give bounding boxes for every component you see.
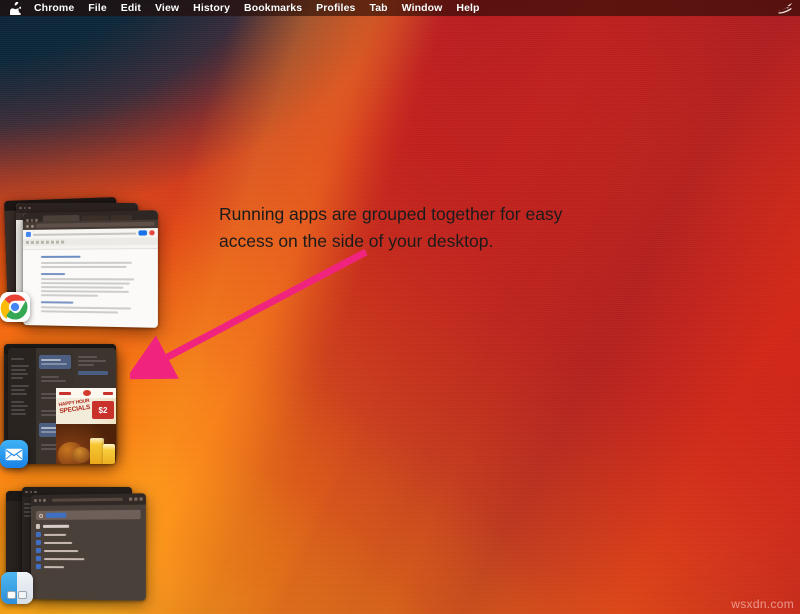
mail-promo-image: HAPPY HOUR SPECIALS $2	[56, 388, 116, 464]
list-item[interactable]	[36, 540, 141, 545]
finder-results-list[interactable]	[31, 523, 146, 570]
app-group-finder[interactable]	[0, 483, 143, 614]
chrome-icon[interactable]	[0, 292, 30, 322]
apple-logo-icon[interactable]	[8, 2, 23, 15]
menu-item-profiles[interactable]: Profiles	[309, 0, 362, 16]
menu-bar-status-area	[776, 2, 800, 14]
annotation-callout: Running apps are grouped together for ea…	[219, 201, 649, 255]
app-group-chrome[interactable]	[0, 195, 168, 330]
menu-item-bookmarks[interactable]: Bookmarks	[237, 0, 309, 16]
menu-item-view[interactable]: View	[148, 0, 186, 16]
finder-search-field[interactable]	[36, 510, 141, 520]
app-group-mail[interactable]: HAPPY HOUR SPECIALS $2	[0, 340, 138, 475]
annotation-line-1: Running apps are grouped together for ea…	[219, 201, 649, 228]
list-item[interactable]	[36, 548, 141, 553]
search-icon	[39, 513, 43, 517]
finder-titlebar	[31, 493, 146, 506]
chrome-window-front[interactable]	[23, 210, 158, 328]
list-item[interactable]	[36, 532, 141, 537]
finder-window-front[interactable]	[31, 493, 146, 600]
menu-bar: Chrome File Edit View History Bookmarks …	[0, 0, 800, 16]
list-item[interactable]	[36, 556, 141, 561]
finder-result-section	[36, 523, 141, 529]
mail-icon[interactable]	[0, 440, 28, 468]
menu-item-chrome[interactable]: Chrome	[27, 0, 81, 16]
menu-item-history[interactable]: History	[186, 0, 237, 16]
menu-item-help[interactable]: Help	[449, 0, 486, 16]
annotation-line-2: access on the side of your desktop.	[219, 228, 649, 255]
docs-page	[23, 249, 158, 328]
menu-item-window[interactable]: Window	[395, 0, 450, 16]
menu-item-tab[interactable]: Tab	[362, 0, 394, 16]
menu-item-file[interactable]: File	[81, 0, 114, 16]
menu-item-edit[interactable]: Edit	[114, 0, 148, 16]
watermark: wsxdn.com	[731, 597, 794, 611]
finder-icon[interactable]	[1, 572, 33, 604]
list-item[interactable]	[36, 564, 141, 570]
share-arrow-icon[interactable]	[776, 2, 794, 14]
